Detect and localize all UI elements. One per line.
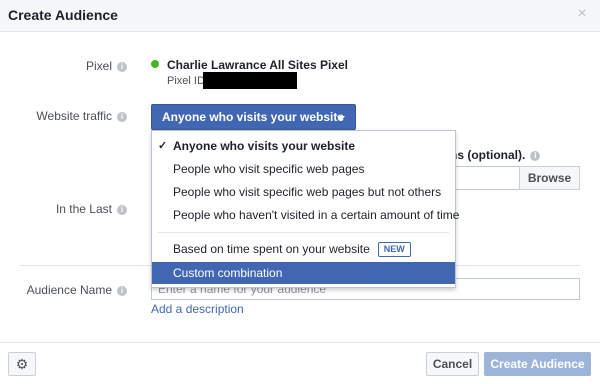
create-audience-dialog: Create Audience × Pixel i Charlie Lawranc… (0, 0, 600, 384)
pixel-id-label: Pixel ID (167, 75, 205, 87)
browse-button[interactable]: Browse (519, 166, 580, 190)
website-traffic-row-label: Website traffic i (0, 109, 127, 123)
menu-item-not-visited[interactable]: People who haven't visited in a certain … (152, 204, 459, 226)
website-traffic-menu: ✓ Anyone who visits your website People … (151, 130, 459, 288)
dialog-title: Create Audience (8, 7, 118, 23)
pixel-row-label: Pixel i (0, 59, 127, 73)
add-description-link[interactable]: Add a description (151, 302, 244, 316)
check-icon: ✓ (158, 140, 168, 152)
create-audience-button[interactable]: Create Audience (484, 352, 591, 376)
website-traffic-dropdown[interactable]: Anyone who visits your website (151, 104, 356, 130)
pixel-label: Pixel (85, 59, 112, 73)
dialog-header: Create Audience × (0, 0, 600, 32)
website-traffic-selected: Anyone who visits your website (162, 110, 345, 124)
info-icon[interactable]: i (117, 286, 127, 296)
pixel-name: Charlie Lawrance All Sites Pixel (167, 58, 348, 72)
website-traffic-label: Website traffic (36, 109, 112, 123)
menu-divider (158, 232, 449, 233)
menu-item-anyone[interactable]: ✓ Anyone who visits your website (152, 135, 455, 157)
settings-gear-button[interactable]: ⚙ (8, 352, 36, 376)
info-icon[interactable]: i (117, 205, 127, 215)
cancel-button[interactable]: Cancel (426, 352, 479, 376)
menu-item-specific-pages-not-others[interactable]: People who visit specific web pages but … (152, 181, 455, 203)
menu-item-custom-combination[interactable]: Custom combination (152, 262, 455, 284)
pixel-id-redacted (203, 72, 297, 89)
audience-name-label: Audience Name (26, 283, 112, 297)
in-the-last-row-label: In the Last i (0, 202, 127, 216)
caret-down-icon (337, 116, 345, 121)
close-icon[interactable]: × (574, 6, 590, 22)
gear-icon: ⚙ (15, 356, 29, 372)
pixel-status-icon (151, 60, 159, 68)
menu-item-time-spent[interactable]: Based on time spent on your website NEW (152, 238, 455, 260)
new-badge: NEW (377, 242, 411, 257)
info-icon[interactable]: i (117, 62, 127, 72)
menu-item-specific-pages[interactable]: People who visit specific web pages (152, 158, 455, 180)
info-icon[interactable]: i (530, 151, 541, 161)
audience-name-row-label: Audience Name i (0, 283, 127, 297)
info-icon[interactable]: i (117, 112, 127, 122)
in-the-last-label: In the Last (55, 202, 112, 216)
